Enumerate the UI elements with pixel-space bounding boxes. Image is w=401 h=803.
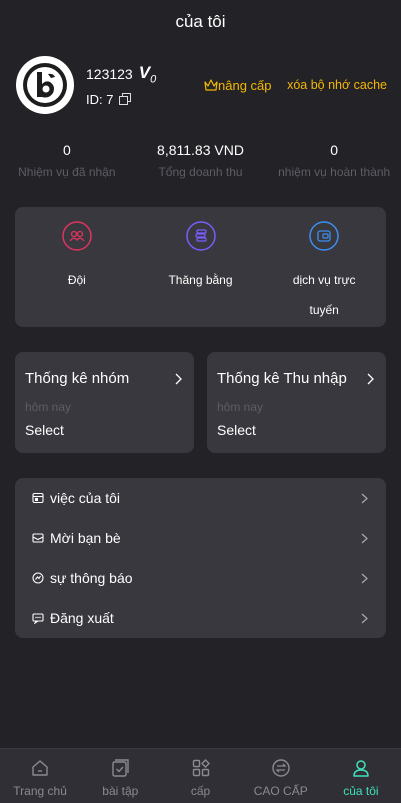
avatar[interactable] xyxy=(16,56,74,114)
card-title: Thống kê Thu nhập xyxy=(217,370,347,387)
tab-exercise[interactable]: bài tập xyxy=(80,749,160,803)
card-select[interactable]: Select xyxy=(25,422,184,438)
menu-item-notifications[interactable]: sự thông báo xyxy=(15,558,386,598)
stat-tasks-completed: 0 nhiệm vụ hoàn thành xyxy=(278,142,391,179)
quick-action-team[interactable]: Đội xyxy=(15,207,139,327)
card-period: hôm nay xyxy=(25,400,72,414)
chevron-right-icon xyxy=(361,493,368,504)
stats-cards: Thống kê nhóm hôm nay Select Thống kê Th… xyxy=(15,352,386,453)
menu-item-logout[interactable]: Đăng xuất xyxy=(15,598,386,638)
task-icon xyxy=(32,492,44,504)
chevron-right-icon xyxy=(366,372,374,390)
exercise-icon xyxy=(112,759,129,777)
home-icon xyxy=(32,760,48,776)
quick-action-label: Đội xyxy=(67,273,86,287)
menu-list: việc của tôi Mời bạn bè sự thông báo Đăn… xyxy=(15,478,386,638)
invite-icon xyxy=(32,532,44,544)
tab-premium[interactable]: CAO CẤP xyxy=(241,749,321,803)
tab-home[interactable]: Trang chủ xyxy=(0,749,80,803)
quick-action-balance[interactable]: Thăng bằng xyxy=(139,207,263,327)
wallet-icon xyxy=(309,221,339,251)
page-title: của tôi xyxy=(175,12,226,31)
user-info: 123123 V0 ID: 7 xyxy=(86,63,182,106)
profile-section: 123123 V0 ID: 7 nâng cấp xóa bộ nhớ cach… xyxy=(16,56,387,114)
chevron-right-icon xyxy=(174,372,182,390)
team-icon xyxy=(62,221,92,251)
upgrade-button[interactable]: nâng cấp xyxy=(204,78,272,93)
income-stats-card[interactable]: Thống kê Thu nhập hôm nay Select xyxy=(207,352,386,453)
card-title: Thống kê nhóm xyxy=(25,370,130,387)
card-period: hôm nay xyxy=(217,400,264,414)
quick-action-label: dịch vụ trực tuyến xyxy=(292,273,356,317)
crown-icon xyxy=(204,79,218,91)
logo-icon xyxy=(23,63,67,107)
chevron-right-icon xyxy=(361,533,368,544)
bottom-tab-bar: Trang chủ bài tập cấp CAO CẤP của tôi xyxy=(0,748,401,803)
menu-item-my-tasks[interactable]: việc của tôi xyxy=(15,478,386,518)
clear-cache-button[interactable]: xóa bộ nhớ cache xyxy=(287,78,387,92)
chevron-right-icon xyxy=(361,573,368,584)
page-header: của tôi xyxy=(0,0,401,44)
menu-item-invite-friends[interactable]: Mời bạn bè xyxy=(15,518,386,558)
stat-total-revenue: 8,811.83 VND Tổng doanh thu xyxy=(157,142,244,179)
username: 123123 xyxy=(86,66,133,83)
chevron-right-icon xyxy=(361,613,368,624)
grid-icon xyxy=(192,759,210,777)
tab-mine[interactable]: của tôi xyxy=(321,749,401,803)
logout-icon xyxy=(32,612,44,624)
tab-level[interactable]: cấp xyxy=(160,749,240,803)
quick-action-online-service[interactable]: dịch vụ trực tuyến xyxy=(262,207,386,327)
copy-icon[interactable] xyxy=(119,93,132,106)
upgrade-label: nâng cấp xyxy=(218,77,272,93)
quick-action-label: Thăng bằng xyxy=(168,273,233,287)
quick-actions: Đội Thăng bằng dịch vụ trực tuyến xyxy=(15,207,386,327)
user-id: ID: 7 xyxy=(86,91,114,107)
notification-icon xyxy=(32,572,44,584)
exchange-icon xyxy=(272,759,290,777)
card-select[interactable]: Select xyxy=(217,422,376,438)
coins-icon xyxy=(185,221,216,251)
user-icon xyxy=(353,760,369,777)
vip-badge: V0 xyxy=(138,63,157,86)
stats-row: 0 Nhiệm vụ đã nhận 8,811.83 VND Tổng doa… xyxy=(0,142,401,179)
stat-tasks-received: 0 Nhiệm vụ đã nhận xyxy=(18,142,116,179)
team-stats-card[interactable]: Thống kê nhóm hôm nay Select xyxy=(15,352,194,453)
